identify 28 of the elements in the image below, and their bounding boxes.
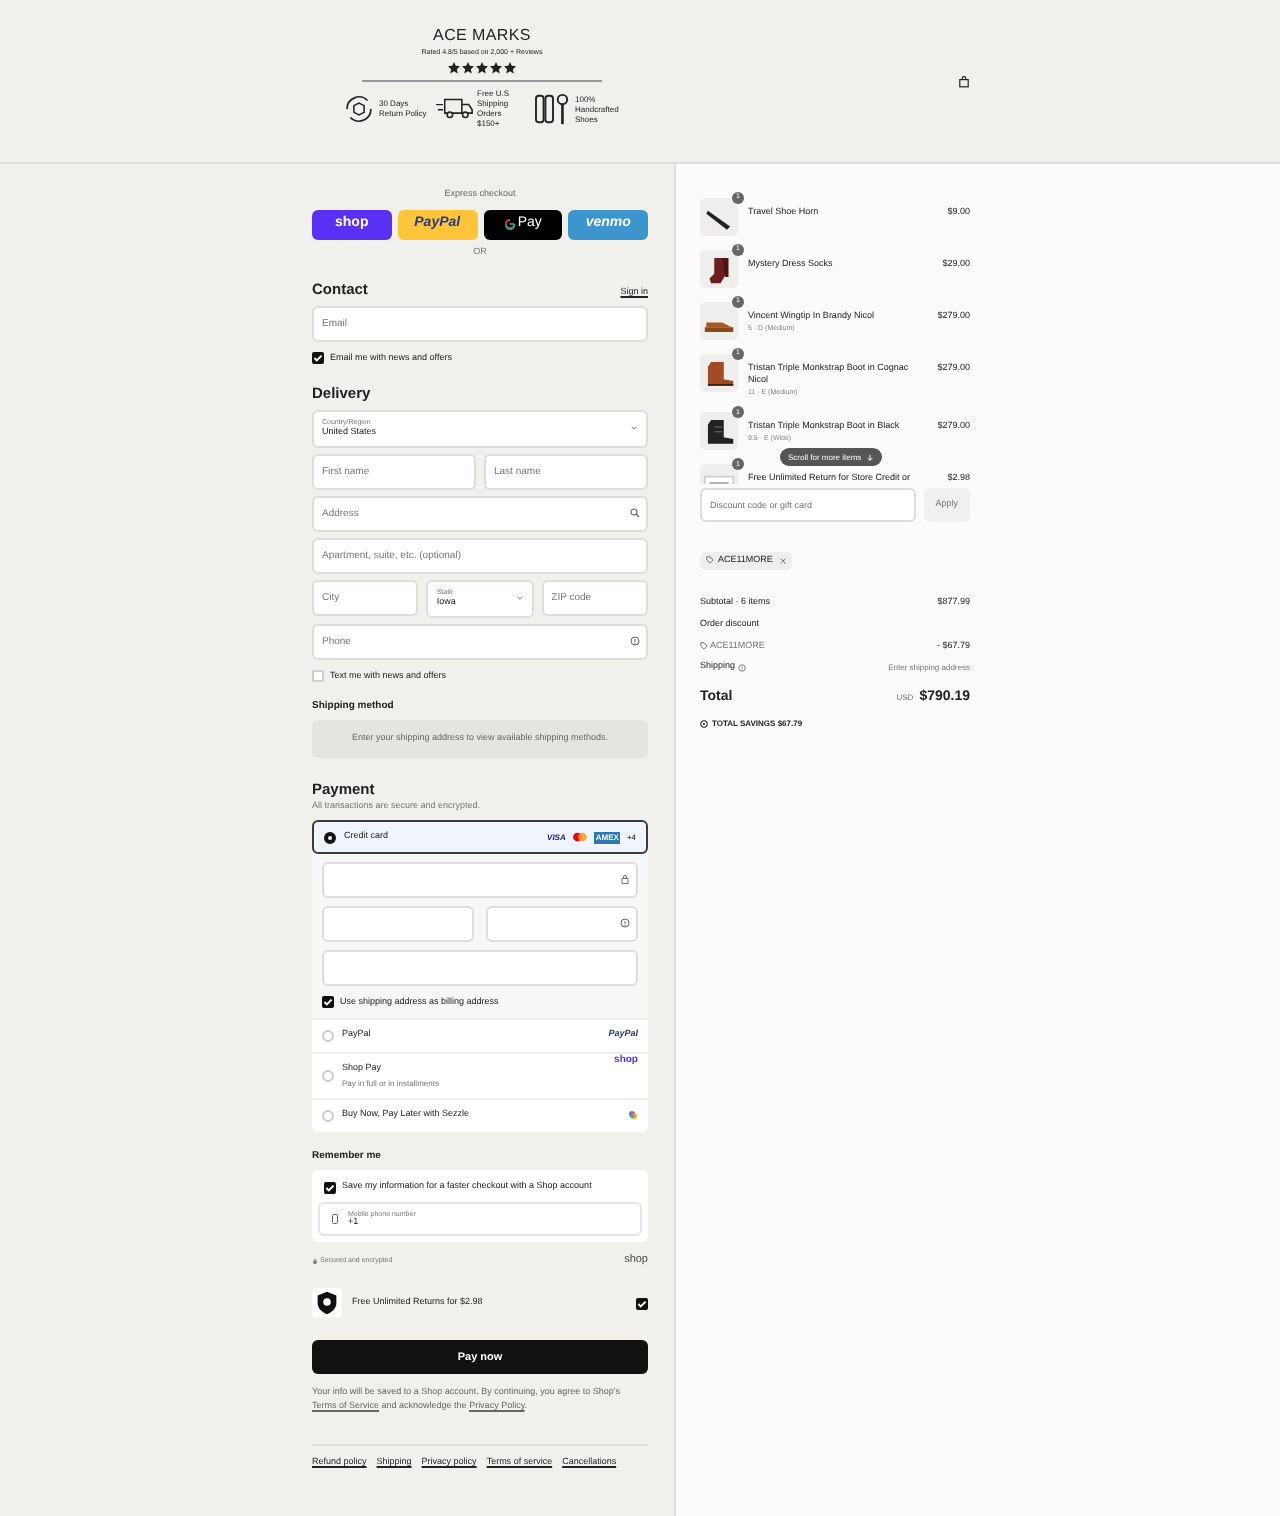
tag-icon <box>700 641 708 650</box>
tag-icon <box>706 556 714 564</box>
shield-icon <box>312 1288 342 1319</box>
security-code-field[interactable] <box>486 906 638 942</box>
tools-icon <box>533 91 571 126</box>
sezzle-logo-icon <box>628 1110 638 1121</box>
radio-button[interactable] <box>324 831 336 843</box>
truck-icon <box>435 96 473 121</box>
help-icon <box>620 918 630 928</box>
box-cycle-icon <box>341 91 375 126</box>
overlapping-circles-icon <box>571 832 588 842</box>
phone-icon <box>330 1214 340 1224</box>
name-on-card-field[interactable] <box>322 950 638 986</box>
help-icon <box>630 635 640 646</box>
expiry-field[interactable] <box>322 906 474 942</box>
g-logo-icon <box>503 218 516 231</box>
arrow-down-icon <box>865 453 874 461</box>
brand-title: ACE MARKS <box>433 28 531 44</box>
lock-icon <box>620 874 630 884</box>
lock-icon <box>312 1257 318 1264</box>
card-number-field[interactable] <box>322 862 638 898</box>
search-icon <box>630 507 640 518</box>
close-icon[interactable] <box>780 557 787 563</box>
bag-icon[interactable] <box>958 76 970 88</box>
help-icon <box>737 663 746 672</box>
savings-tag-icon <box>700 719 708 727</box>
checkbox[interactable] <box>312 670 324 683</box>
chevron-down-icon <box>515 594 524 603</box>
